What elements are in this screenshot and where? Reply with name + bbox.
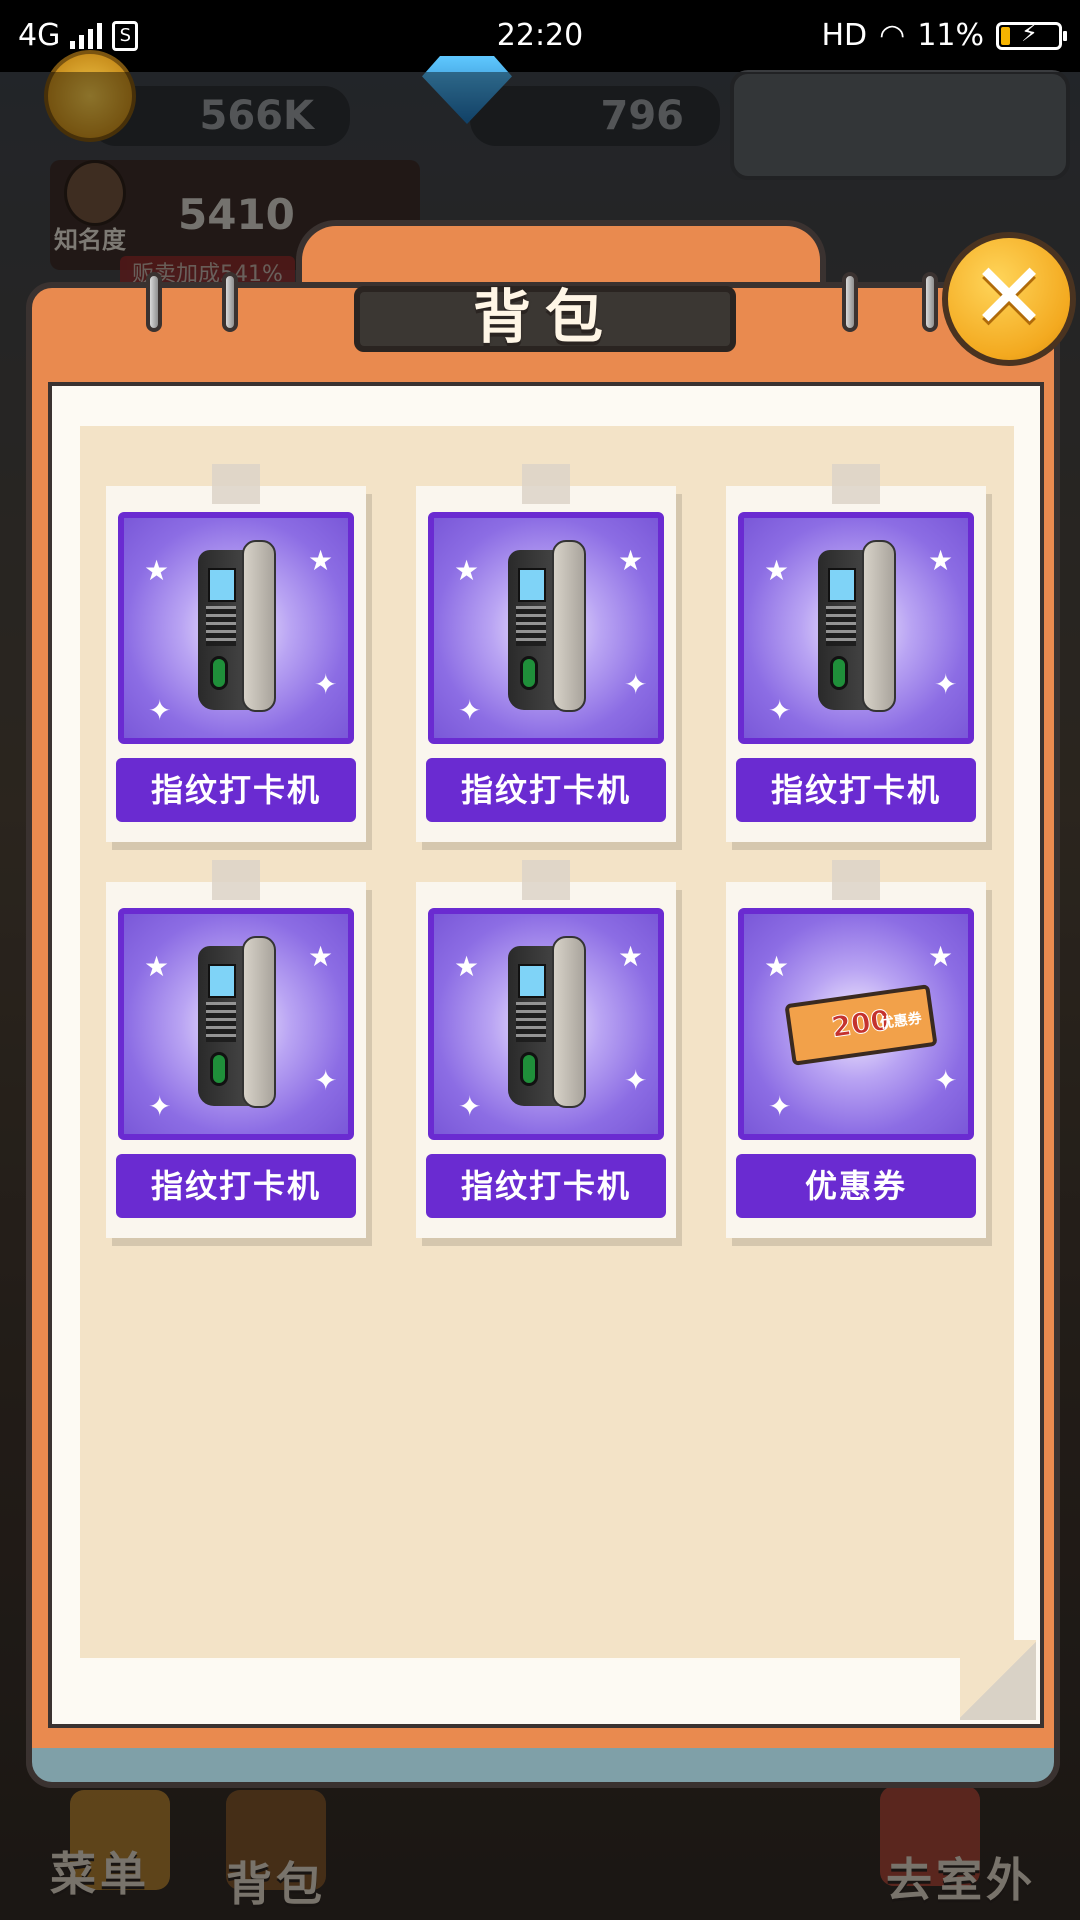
panel-bottom [26, 1748, 1060, 1788]
item-label: 指纹打卡机 [116, 758, 356, 822]
binder-ring [842, 272, 858, 332]
tape [212, 860, 260, 900]
item-label: 优惠券 [736, 1154, 976, 1218]
coupon-icon: ★ ★ ✦ ✦ 200 优惠券 [738, 908, 974, 1140]
binder-ring [922, 272, 938, 332]
inventory-item[interactable]: ★ ★ ✦ ✦ 200 优惠券 优惠券 [726, 860, 986, 1238]
fingerprint-clock-icon: ★ ★ ✦ ✦ [428, 908, 664, 1140]
fingerprint-clock-icon: ★ ★ ✦ ✦ [118, 908, 354, 1140]
page-curl [960, 1640, 1036, 1720]
close-button[interactable]: ✕ [942, 232, 1076, 366]
fingerprint-clock-icon: ★ ★ ✦ ✦ [118, 512, 354, 744]
item-label: 指纹打卡机 [116, 1154, 356, 1218]
status-right: HD ◠ 11% ⚡ [821, 18, 1067, 53]
tape [522, 464, 570, 504]
inventory-item[interactable]: ★ ★ ✦ ✦ 指纹打卡机 [106, 464, 366, 842]
item-label: 指纹打卡机 [426, 1154, 666, 1218]
status-bar: 4G S 22:20 HD ◠ 11% ⚡ [0, 0, 1080, 72]
tape [522, 860, 570, 900]
tape [212, 464, 260, 504]
panel-title: 背包 [354, 286, 736, 352]
item-label: 指纹打卡机 [426, 758, 666, 822]
tape [832, 464, 880, 504]
binder-ring [222, 272, 238, 332]
inventory-item[interactable]: ★ ★ ✦ ✦ 指纹打卡机 [416, 860, 676, 1238]
binder-ring [146, 272, 162, 332]
coupon-text: 优惠券 [878, 1010, 923, 1033]
battery-percent: 11% [917, 18, 984, 53]
fingerprint-clock-icon: ★ ★ ✦ ✦ [738, 512, 974, 744]
battery-icon: ⚡ [996, 19, 1067, 50]
inventory-item[interactable]: ★ ★ ✦ ✦ 指纹打卡机 [106, 860, 366, 1238]
hd-indicator: HD [821, 18, 868, 53]
inventory-item[interactable]: ★ ★ ✦ ✦ 指纹打卡机 [416, 464, 676, 842]
fingerprint-clock-icon: ★ ★ ✦ ✦ [428, 512, 664, 744]
wifi-icon: ◠ [879, 18, 906, 53]
tape [832, 860, 880, 900]
item-label: 指纹打卡机 [736, 758, 976, 822]
inventory-item[interactable]: ★ ★ ✦ ✦ 指纹打卡机 [726, 464, 986, 842]
coupon-ticket: 200 优惠券 [784, 984, 938, 1066]
